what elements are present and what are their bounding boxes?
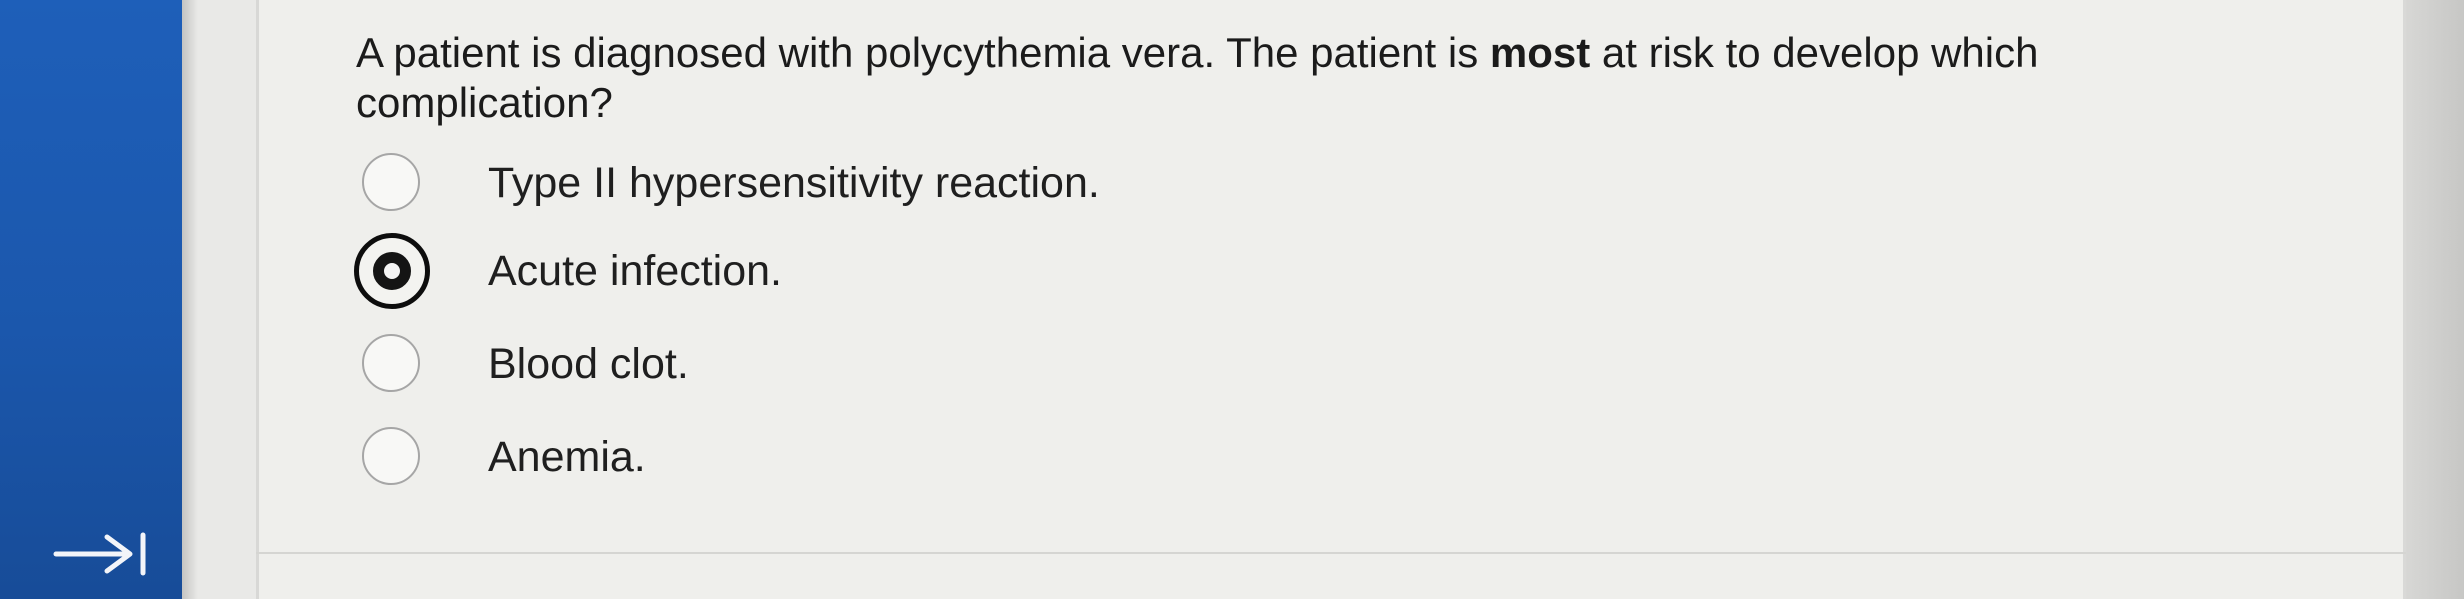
answer-label: Acute infection.	[488, 247, 783, 295]
radio-unselected-icon[interactable]	[362, 427, 420, 485]
right-edge-strip	[2406, 0, 2464, 599]
arrow-right-to-bar-icon[interactable]	[52, 532, 152, 576]
answer-label: Anemia.	[488, 433, 646, 481]
answer-label: Blood clot.	[488, 340, 689, 388]
question-text: A patient is diagnosed with polycythemia…	[356, 28, 2306, 128]
panel-divider	[256, 552, 2406, 554]
answer-option-acute-infection[interactable]: Acute infection.	[354, 233, 1654, 313]
radio-unselected-icon[interactable]	[362, 334, 420, 392]
answer-options: Type II hypersensitivity reaction. Acute…	[354, 145, 1754, 505]
radio-unselected-icon[interactable]	[362, 153, 420, 211]
answer-label: Type II hypersensitivity reaction.	[488, 159, 1100, 207]
radio-selected-icon[interactable]	[354, 233, 430, 309]
question-emphasis: most	[1489, 29, 1591, 76]
answer-option-anemia[interactable]: Anemia.	[354, 419, 1654, 499]
left-navigation-rail	[0, 0, 182, 599]
answer-option-type-ii-hypersensitivity[interactable]: Type II hypersensitivity reaction.	[354, 145, 1654, 225]
question-prefix: A patient is diagnosed with polycythemia…	[356, 29, 1490, 76]
rail-shadow	[182, 0, 198, 599]
answer-option-blood-clot[interactable]: Blood clot.	[354, 326, 1654, 406]
